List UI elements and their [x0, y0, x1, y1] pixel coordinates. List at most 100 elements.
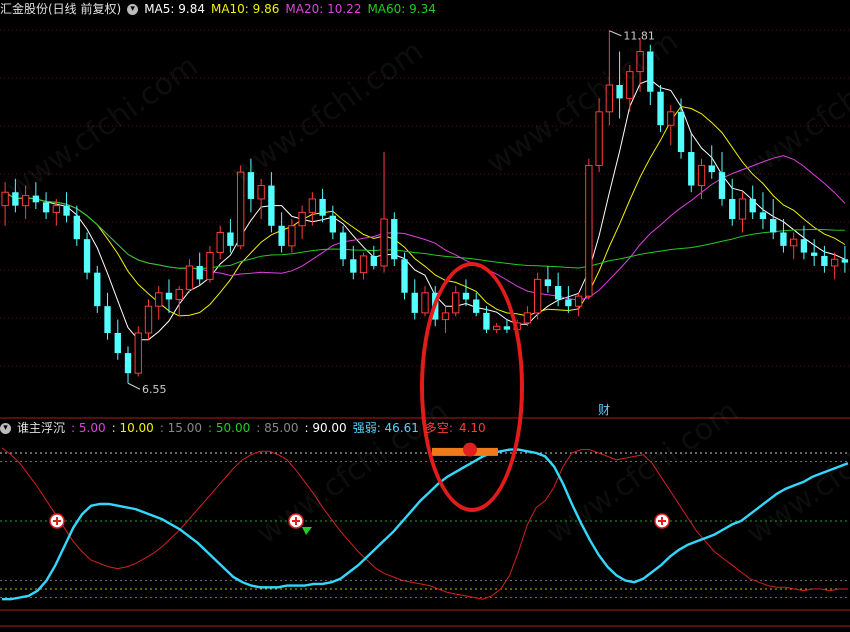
ma-legend-value: 9.34 — [409, 2, 436, 16]
candle-body — [544, 279, 552, 287]
candle-body — [268, 185, 275, 226]
candle — [288, 219, 296, 253]
candle-body — [800, 239, 808, 253]
low-marker-line — [127, 382, 141, 390]
oscillator-legend-item: 4.10 — [458, 421, 486, 435]
candle — [370, 245, 377, 270]
indicator-title: 谁主浮沉 — [17, 421, 66, 435]
candle-body — [63, 205, 70, 216]
candle-body — [380, 218, 388, 267]
candle — [298, 205, 306, 240]
candle — [697, 158, 706, 199]
candle — [94, 265, 101, 313]
candle — [533, 272, 542, 320]
candle-body — [216, 231, 224, 254]
candle-body — [565, 299, 572, 307]
oscillator-legend-item: : 50.00 — [208, 421, 251, 435]
stock-title: 汇金股份(日线 前复权) — [0, 2, 122, 16]
candle-body — [298, 211, 306, 227]
candle-body — [574, 295, 583, 307]
ma-legend-ma20: MA20: 10.22 — [285, 0, 361, 18]
ma-legend-ma10: MA10: 9.86 — [211, 0, 279, 18]
candle-body — [738, 198, 747, 220]
candle-body — [411, 292, 418, 313]
candle — [155, 286, 163, 320]
candle — [565, 286, 572, 313]
candle — [359, 252, 368, 280]
ma-line-ma60 — [4, 191, 845, 270]
candle-body — [114, 332, 121, 354]
candle-body — [677, 111, 685, 153]
candle-body — [841, 259, 849, 263]
oscillator-legend-item: : 90.00 — [304, 421, 347, 435]
high-marker-line — [609, 30, 622, 37]
candle — [841, 245, 849, 273]
candle-body — [770, 219, 777, 233]
candle — [319, 188, 326, 223]
candle — [544, 265, 552, 293]
candle-body — [688, 152, 695, 186]
candle-body — [759, 212, 767, 220]
candle — [657, 85, 664, 132]
candle — [104, 292, 111, 340]
candle-body — [708, 165, 715, 173]
candle — [380, 152, 388, 273]
candle — [278, 212, 285, 253]
settings-dropdown-icon[interactable]: ▾ — [127, 3, 139, 15]
candle-body — [350, 259, 357, 273]
candle-body — [359, 255, 368, 274]
candle — [830, 252, 839, 280]
candle — [585, 158, 593, 300]
candle — [790, 232, 798, 260]
settings-dropdown-icon[interactable]: ▾ — [0, 422, 11, 434]
candle — [83, 232, 91, 280]
candle-body — [830, 258, 839, 267]
candle — [800, 225, 808, 260]
oscillator-legend-item: : 85.00 — [256, 421, 299, 435]
candle-body — [533, 278, 542, 314]
candle — [257, 178, 265, 220]
candle — [339, 225, 347, 266]
event-label: 财 — [598, 403, 610, 417]
candle-body — [165, 292, 173, 300]
candle-body — [585, 164, 593, 297]
candle — [688, 131, 695, 193]
candle-body — [104, 306, 111, 333]
candle — [391, 212, 398, 266]
ma-legend-label: MA5: — [144, 2, 179, 16]
candle-body — [257, 185, 265, 200]
candle-body — [196, 265, 203, 280]
buy-signal-icon — [654, 513, 670, 529]
candle-body — [185, 265, 194, 290]
ma-legend-label: MA60: — [367, 2, 410, 16]
candle-body — [288, 225, 296, 247]
oscillator-legend-item: : 10.00 — [111, 421, 154, 435]
ma-legend-label: MA10: — [210, 2, 253, 16]
strength-line — [2, 448, 849, 601]
candle — [114, 319, 121, 360]
candle-body — [124, 353, 132, 374]
candle — [574, 292, 583, 317]
ma-legend-ma5: MA5: 9.84 — [144, 0, 205, 18]
candle — [329, 205, 337, 240]
ma-line-ma10 — [4, 105, 846, 317]
candle-body — [657, 91, 664, 126]
candle — [770, 198, 777, 240]
candle-body — [697, 164, 706, 187]
candle-body — [52, 205, 61, 213]
ma-legend-label: MA20: — [285, 2, 328, 16]
candle — [124, 346, 132, 384]
candle-body — [278, 225, 285, 246]
candle-body — [73, 215, 80, 240]
oscillator-header: ▾ 谁主浮沉 : 5.00: 10.00: 15.00: 50.00: 85.0… — [0, 419, 486, 437]
oscillator-legend-item: : 15.00 — [159, 421, 203, 435]
low-price-label: 6.55 — [142, 383, 167, 396]
candle-body — [749, 198, 756, 213]
candle — [523, 306, 532, 327]
candle — [401, 252, 408, 300]
candle-body — [1, 191, 9, 207]
candle-body — [370, 255, 377, 266]
candle-body — [554, 286, 562, 300]
candle-body — [134, 332, 142, 374]
candle-body — [155, 292, 163, 307]
